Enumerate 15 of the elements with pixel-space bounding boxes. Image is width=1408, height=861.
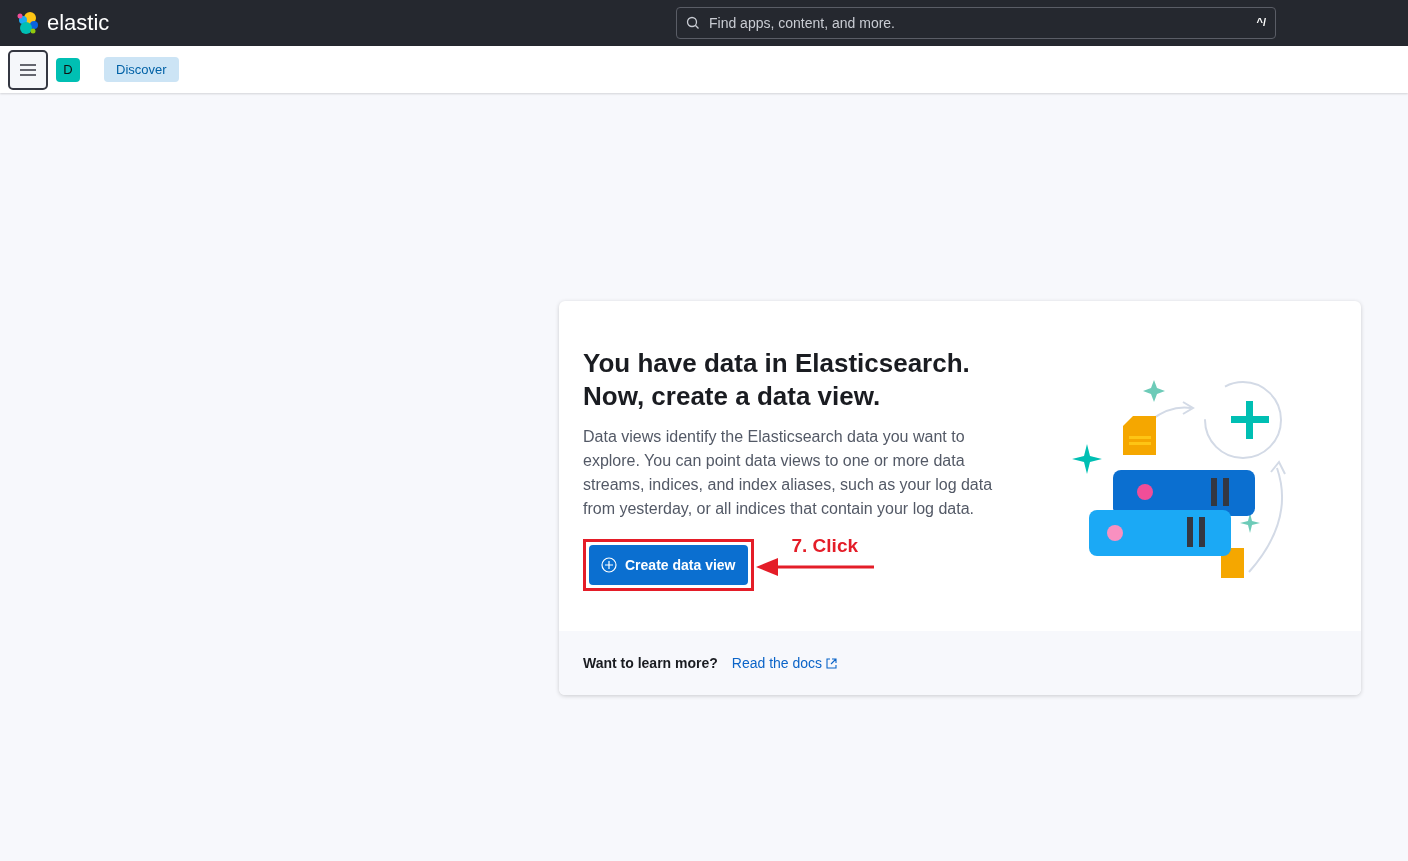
space-avatar[interactable]: D — [56, 57, 80, 82]
footer-label: Want to learn more? — [583, 655, 718, 671]
card-title: You have data in Elasticsearch. Now, create a data view. — [583, 347, 971, 413]
card-description: Data views identify the Elasticsearch data you want to explore. You can point data views to one or more data streams, indices, and index aliases, such as your log data from yesterday, or all indices that contain your log data. — [583, 427, 994, 519]
external-link-icon — [826, 657, 838, 669]
menu-button[interactable] — [8, 49, 48, 90]
breadcrumb[interactable]: Discover — [104, 57, 179, 82]
keyboard-shortcut: ^/ — [1256, 16, 1266, 28]
logo-text: elastic — [47, 10, 110, 36]
docs-link[interactable]: Read the docs — [731, 655, 838, 671]
plus-circle-icon — [601, 557, 617, 573]
create-data-view-button[interactable]: Create data view — [589, 545, 748, 585]
logo-icon — [16, 11, 40, 35]
annotation-text: 7. Click — [791, 535, 859, 557]
menu-icon — [20, 63, 36, 76]
